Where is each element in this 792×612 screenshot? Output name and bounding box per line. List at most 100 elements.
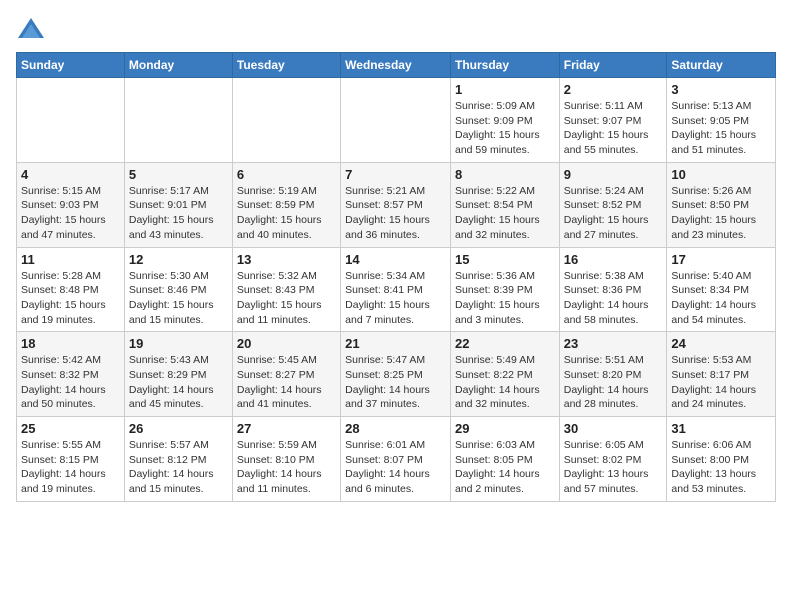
day-number: 22: [455, 336, 555, 351]
day-number: 17: [671, 252, 771, 267]
day-info: Sunrise: 5:28 AMSunset: 8:48 PMDaylight:…: [21, 269, 120, 328]
day-info: Sunrise: 5:38 AMSunset: 8:36 PMDaylight:…: [564, 269, 663, 328]
day-number: 4: [21, 167, 120, 182]
day-info: Sunrise: 6:06 AMSunset: 8:00 PMDaylight:…: [671, 438, 771, 497]
day-number: 2: [564, 82, 663, 97]
calendar-cell: [341, 78, 451, 163]
day-info: Sunrise: 5:24 AMSunset: 8:52 PMDaylight:…: [564, 184, 663, 243]
day-info: Sunrise: 5:21 AMSunset: 8:57 PMDaylight:…: [345, 184, 446, 243]
day-number: 16: [564, 252, 663, 267]
day-number: 3: [671, 82, 771, 97]
calendar-cell: 16 Sunrise: 5:38 AMSunset: 8:36 PMDayligh…: [559, 247, 667, 332]
day-number: 19: [129, 336, 228, 351]
day-number: 26: [129, 421, 228, 436]
day-number: 27: [237, 421, 336, 436]
day-info: Sunrise: 5:51 AMSunset: 8:20 PMDaylight:…: [564, 353, 663, 412]
day-number: 6: [237, 167, 336, 182]
day-info: Sunrise: 5:09 AMSunset: 9:09 PMDaylight:…: [455, 99, 555, 158]
calendar-cell: 30 Sunrise: 6:05 AMSunset: 8:02 PMDayligh…: [559, 417, 667, 502]
calendar-cell: 19 Sunrise: 5:43 AMSunset: 8:29 PMDayligh…: [124, 332, 232, 417]
day-info: Sunrise: 5:36 AMSunset: 8:39 PMDaylight:…: [455, 269, 555, 328]
day-number: 14: [345, 252, 446, 267]
day-of-week-sunday: Sunday: [17, 53, 125, 78]
calendar-header: SundayMondayTuesdayWednesdayThursdayFrid…: [17, 53, 776, 78]
day-info: Sunrise: 6:01 AMSunset: 8:07 PMDaylight:…: [345, 438, 446, 497]
day-number: 20: [237, 336, 336, 351]
day-number: 5: [129, 167, 228, 182]
day-info: Sunrise: 5:59 AMSunset: 8:10 PMDaylight:…: [237, 438, 336, 497]
calendar-cell: 23Sunrise: 5:51 AMSunset: 8:20 PMDayligh…: [559, 332, 667, 417]
day-number: 9: [564, 167, 663, 182]
day-of-week-thursday: Thursday: [450, 53, 559, 78]
day-info: Sunrise: 5:26 AMSunset: 8:50 PMDaylight:…: [671, 184, 771, 243]
calendar-week-4: 18Sunrise: 5:42 AMSunset: 8:32 PMDayligh…: [17, 332, 776, 417]
day-of-week-tuesday: Tuesday: [232, 53, 340, 78]
day-number: 11: [21, 252, 120, 267]
calendar-cell: 12 Sunrise: 5:30 AMSunset: 8:46 PMDayligh…: [124, 247, 232, 332]
day-info: Sunrise: 5:43 AMSunset: 8:29 PMDaylight:…: [129, 353, 228, 412]
day-number: 13: [237, 252, 336, 267]
calendar-cell: [232, 78, 340, 163]
calendar-cell: 5 Sunrise: 5:17 AMSunset: 9:01 PMDaylight…: [124, 162, 232, 247]
day-info: Sunrise: 6:05 AMSunset: 8:02 PMDaylight:…: [564, 438, 663, 497]
day-number: 15: [455, 252, 555, 267]
logo: [16, 16, 50, 40]
calendar-cell: 24 Sunrise: 5:53 AMSunset: 8:17 PMDayligh…: [667, 332, 776, 417]
calendar-cell: 3 Sunrise: 5:13 AMSunset: 9:05 PMDaylight…: [667, 78, 776, 163]
calendar-cell: 29Sunrise: 6:03 AMSunset: 8:05 PMDayligh…: [450, 417, 559, 502]
calendar-cell: 13 Sunrise: 5:32 AMSunset: 8:43 PMDayligh…: [232, 247, 340, 332]
day-info: Sunrise: 5:11 AMSunset: 9:07 PMDaylight:…: [564, 99, 663, 158]
day-number: 28: [345, 421, 446, 436]
calendar-week-2: 4Sunrise: 5:15 AMSunset: 9:03 PMDaylight…: [17, 162, 776, 247]
header-row: SundayMondayTuesdayWednesdayThursdayFrid…: [17, 53, 776, 78]
day-info: Sunrise: 5:22 AMSunset: 8:54 PMDaylight:…: [455, 184, 555, 243]
calendar-cell: 18Sunrise: 5:42 AMSunset: 8:32 PMDayligh…: [17, 332, 125, 417]
day-info: Sunrise: 5:57 AMSunset: 8:12 PMDaylight:…: [129, 438, 228, 497]
calendar-week-1: 1 Sunrise: 5:09 AMSunset: 9:09 PMDaylight…: [17, 78, 776, 163]
day-number: 21: [345, 336, 446, 351]
day-of-week-saturday: Saturday: [667, 53, 776, 78]
day-number: 31: [671, 421, 771, 436]
calendar-cell: 31 Sunrise: 6:06 AMSunset: 8:00 PMDayligh…: [667, 417, 776, 502]
calendar-cell: 22 Sunrise: 5:49 AMSunset: 8:22 PMDayligh…: [450, 332, 559, 417]
day-number: 30: [564, 421, 663, 436]
calendar-cell: 21 Sunrise: 5:47 AMSunset: 8:25 PMDayligh…: [341, 332, 451, 417]
calendar-cell: [17, 78, 125, 163]
day-number: 1: [455, 82, 555, 97]
logo-icon: [16, 16, 46, 40]
calendar-cell: 17Sunrise: 5:40 AMSunset: 8:34 PMDayligh…: [667, 247, 776, 332]
day-info: Sunrise: 5:55 AMSunset: 8:15 PMDaylight:…: [21, 438, 120, 497]
day-number: 12: [129, 252, 228, 267]
calendar-week-5: 25Sunrise: 5:55 AMSunset: 8:15 PMDayligh…: [17, 417, 776, 502]
calendar-cell: 11 Sunrise: 5:28 AMSunset: 8:48 PMDayligh…: [17, 247, 125, 332]
calendar-cell: 8 Sunrise: 5:22 AMSunset: 8:54 PMDaylight…: [450, 162, 559, 247]
page-header: [16, 16, 776, 40]
day-number: 18: [21, 336, 120, 351]
calendar-body: 1 Sunrise: 5:09 AMSunset: 9:09 PMDaylight…: [17, 78, 776, 502]
day-of-week-monday: Monday: [124, 53, 232, 78]
day-info: Sunrise: 5:49 AMSunset: 8:22 PMDaylight:…: [455, 353, 555, 412]
calendar-cell: 7Sunrise: 5:21 AMSunset: 8:57 PMDaylight…: [341, 162, 451, 247]
day-number: 8: [455, 167, 555, 182]
day-info: Sunrise: 5:30 AMSunset: 8:46 PMDaylight:…: [129, 269, 228, 328]
calendar-cell: 14 Sunrise: 5:34 AMSunset: 8:41 PMDayligh…: [341, 247, 451, 332]
day-number: 24: [671, 336, 771, 351]
day-info: Sunrise: 5:47 AMSunset: 8:25 PMDaylight:…: [345, 353, 446, 412]
calendar-cell: [124, 78, 232, 163]
day-info: Sunrise: 5:13 AMSunset: 9:05 PMDaylight:…: [671, 99, 771, 158]
calendar-cell: 20Sunrise: 5:45 AMSunset: 8:27 PMDayligh…: [232, 332, 340, 417]
day-info: Sunrise: 5:19 AMSunset: 8:59 PMDaylight:…: [237, 184, 336, 243]
calendar-cell: 26 Sunrise: 5:57 AMSunset: 8:12 PMDayligh…: [124, 417, 232, 502]
calendar-cell: 27 Sunrise: 5:59 AMSunset: 8:10 PMDayligh…: [232, 417, 340, 502]
calendar-cell: 28 Sunrise: 6:01 AMSunset: 8:07 PMDayligh…: [341, 417, 451, 502]
calendar-cell: 1 Sunrise: 5:09 AMSunset: 9:09 PMDaylight…: [450, 78, 559, 163]
day-number: 10: [671, 167, 771, 182]
calendar-week-3: 11 Sunrise: 5:28 AMSunset: 8:48 PMDayligh…: [17, 247, 776, 332]
day-info: Sunrise: 5:32 AMSunset: 8:43 PMDaylight:…: [237, 269, 336, 328]
day-info: Sunrise: 5:17 AMSunset: 9:01 PMDaylight:…: [129, 184, 228, 243]
day-info: Sunrise: 5:34 AMSunset: 8:41 PMDaylight:…: [345, 269, 446, 328]
calendar-cell: 2 Sunrise: 5:11 AMSunset: 9:07 PMDaylight…: [559, 78, 667, 163]
day-info: Sunrise: 5:53 AMSunset: 8:17 PMDaylight:…: [671, 353, 771, 412]
calendar-cell: 4Sunrise: 5:15 AMSunset: 9:03 PMDaylight…: [17, 162, 125, 247]
calendar-table: SundayMondayTuesdayWednesdayThursdayFrid…: [16, 52, 776, 502]
